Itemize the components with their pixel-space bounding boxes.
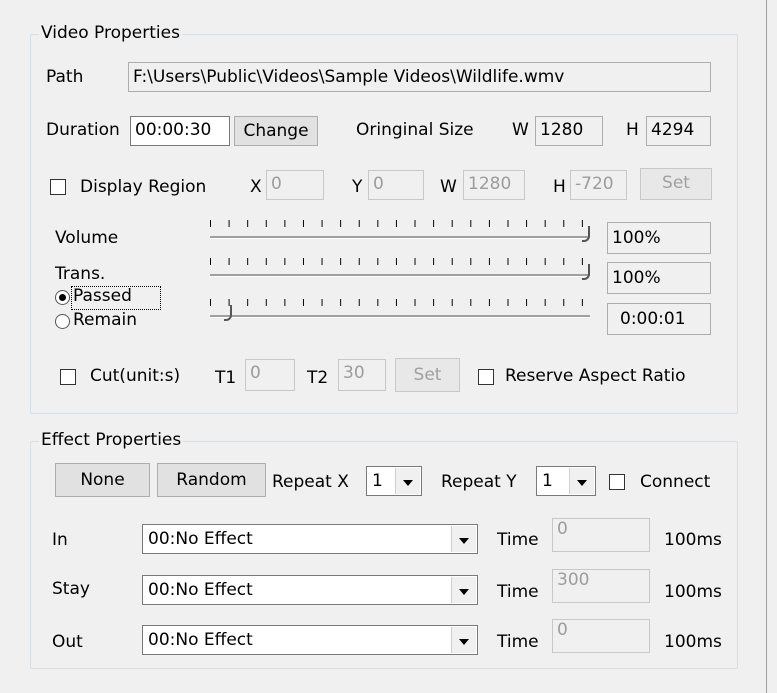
effect-unit-label: 100ms bbox=[664, 632, 722, 652]
path-field[interactable]: F:\Users\Public\Videos\Sample Videos\Wil… bbox=[128, 62, 711, 92]
duration-field[interactable]: 00:00:30 bbox=[130, 116, 230, 146]
none-button[interactable]: None bbox=[55, 463, 150, 497]
region-y-label: Y bbox=[352, 177, 363, 197]
random-button[interactable]: Random bbox=[157, 463, 266, 497]
chevron-down-icon bbox=[569, 468, 594, 494]
cut-label: Cut(unit:s) bbox=[90, 366, 181, 386]
region-w-field[interactable]: 1280 bbox=[463, 170, 525, 200]
passed-radio[interactable] bbox=[55, 290, 70, 305]
effect-row-label: Stay bbox=[52, 579, 90, 599]
volume-value: 100% bbox=[607, 222, 711, 254]
chevron-down-icon bbox=[395, 468, 420, 494]
t2-label: T2 bbox=[307, 368, 329, 388]
volume-slider[interactable] bbox=[210, 218, 590, 248]
original-w-label: W bbox=[512, 120, 529, 140]
remain-label: Remain bbox=[73, 310, 137, 330]
effect-stay-time-field[interactable]: 300 bbox=[552, 569, 650, 603]
region-h-label: H bbox=[553, 177, 566, 197]
window: { "video": { "group_title": "Video Prope… bbox=[0, 0, 777, 693]
volume-track bbox=[210, 236, 590, 239]
t1-field[interactable]: 0 bbox=[245, 359, 295, 391]
cut-set-button[interactable]: Set bbox=[395, 358, 460, 392]
reserve-aspect-checkbox[interactable] bbox=[478, 369, 494, 385]
volume-thumb[interactable] bbox=[582, 226, 590, 242]
effect-time-label: Time bbox=[497, 582, 539, 602]
repeat-y-select[interactable]: 1 bbox=[536, 466, 596, 496]
effect-time-label: Time bbox=[497, 530, 539, 550]
volume-ticks bbox=[210, 220, 590, 227]
reserve-aspect-label: Reserve Aspect Ratio bbox=[505, 366, 686, 386]
effect-properties-title: Effect Properties bbox=[39, 430, 184, 450]
volume-label: Volume bbox=[55, 228, 119, 248]
path-label: Path bbox=[46, 67, 84, 87]
region-y-field[interactable]: 0 bbox=[368, 170, 424, 200]
chevron-down-icon bbox=[451, 577, 476, 603]
trans-value: 100% bbox=[607, 262, 711, 294]
position-ticks bbox=[210, 299, 590, 306]
original-h-field[interactable]: 4294 bbox=[646, 116, 711, 146]
trans-thumb[interactable] bbox=[582, 264, 590, 280]
t2-field[interactable]: 30 bbox=[338, 359, 386, 391]
position-track bbox=[210, 315, 590, 318]
region-x-label: X bbox=[250, 177, 262, 197]
trans-slider[interactable] bbox=[210, 256, 590, 286]
connect-label: Connect bbox=[640, 472, 711, 492]
effect-row-label: Out bbox=[52, 632, 83, 652]
chevron-down-icon bbox=[451, 627, 476, 653]
video-properties-title: Video Properties bbox=[39, 23, 182, 43]
original-size-label: Oringinal Size bbox=[356, 120, 474, 140]
original-w-field[interactable]: 1280 bbox=[535, 116, 603, 146]
effect-out-time-field[interactable]: 0 bbox=[552, 619, 650, 653]
effect-unit-label: 100ms bbox=[664, 530, 722, 550]
region-x-field[interactable]: 0 bbox=[266, 170, 324, 200]
remain-radio[interactable] bbox=[55, 314, 70, 329]
position-thumb[interactable] bbox=[224, 305, 232, 321]
trans-ticks bbox=[210, 258, 590, 265]
effect-out-value: 00:No Effect bbox=[148, 630, 253, 650]
panel-separator bbox=[766, 0, 767, 693]
display-region-label: Display Region bbox=[80, 177, 207, 197]
effect-in-value: 00:No Effect bbox=[148, 529, 253, 549]
t1-label: T1 bbox=[215, 368, 237, 388]
effect-out-select[interactable]: 00:No Effect bbox=[142, 625, 478, 655]
change-button[interactable]: Change bbox=[234, 116, 318, 146]
effect-stay-select[interactable]: 00:No Effect bbox=[142, 575, 478, 605]
effect-in-select[interactable]: 00:No Effect bbox=[142, 524, 478, 554]
effect-in-time-field[interactable]: 0 bbox=[552, 518, 650, 552]
repeat-x-label: Repeat X bbox=[272, 472, 349, 492]
position-slider[interactable] bbox=[210, 297, 590, 327]
region-w-label: W bbox=[440, 177, 457, 197]
region-set-button[interactable]: Set bbox=[640, 168, 712, 200]
effect-row-label: In bbox=[52, 530, 68, 550]
effect-unit-label: 100ms bbox=[664, 582, 722, 602]
repeat-y-value: 1 bbox=[542, 471, 553, 491]
region-h-field[interactable]: -720 bbox=[570, 170, 627, 200]
trans-track bbox=[210, 274, 590, 277]
effect-time-label: Time bbox=[497, 632, 539, 652]
effect-stay-value: 00:No Effect bbox=[148, 580, 253, 600]
original-h-label: H bbox=[626, 120, 639, 140]
repeat-x-value: 1 bbox=[372, 471, 383, 491]
display-region-checkbox[interactable] bbox=[50, 179, 66, 195]
repeat-y-label: Repeat Y bbox=[441, 472, 517, 492]
duration-label: Duration bbox=[46, 120, 120, 140]
trans-label: Trans. bbox=[55, 264, 106, 284]
passed-radio-dot bbox=[59, 294, 66, 301]
connect-checkbox[interactable] bbox=[609, 474, 625, 490]
passed-focus bbox=[71, 286, 161, 310]
cut-checkbox[interactable] bbox=[60, 369, 76, 385]
chevron-down-icon bbox=[451, 526, 476, 552]
repeat-x-select[interactable]: 1 bbox=[366, 466, 422, 496]
position-value: 0:00:01 bbox=[607, 303, 711, 335]
